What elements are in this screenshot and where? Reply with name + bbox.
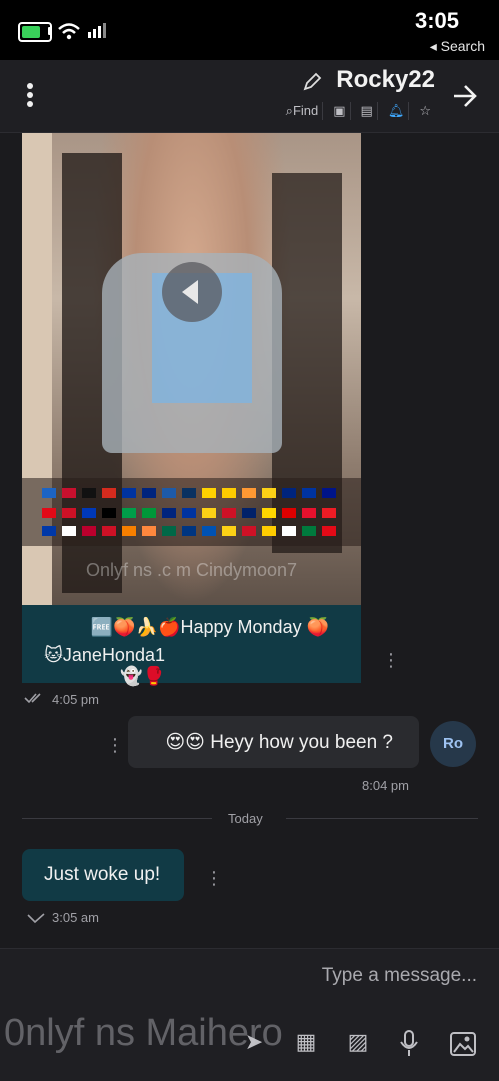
- search-icon: ⌕: [285, 103, 293, 118]
- flag-emoji-strip: [22, 478, 361, 546]
- bell-icon: 🔔︎: [387, 103, 405, 118]
- back-arrow-icon[interactable]: [452, 84, 478, 108]
- tab-find[interactable]: ⌕Find: [282, 102, 324, 120]
- edit-pencil-icon[interactable]: [302, 72, 322, 92]
- message-options-icon[interactable]: ⋮: [382, 650, 400, 671]
- clock: 3:05: [414, 8, 459, 33]
- play-icon: [182, 280, 198, 304]
- tab-media[interactable]: ▣: [329, 102, 351, 120]
- message-bubble[interactable]: 😍😍 Heyy how you been ?: [128, 716, 419, 768]
- signal-icon: [88, 23, 106, 38]
- back-to-search[interactable]: ◂ Search: [430, 38, 485, 55]
- tab-favorite[interactable]: ☆: [415, 102, 435, 120]
- message-text: 😍😍 Heyy how you been ?: [165, 732, 393, 753]
- star-icon: ☆: [419, 103, 431, 118]
- caption-line-1: 🆓🍑🍌🍎Happy Monday 🍑: [90, 617, 329, 637]
- message-input[interactable]: Type a message...: [322, 965, 477, 987]
- chat-filter-tabs: ⌕Find ▣ ▤ 🔔︎ ☆: [282, 102, 435, 120]
- microphone-icon[interactable]: [398, 1030, 420, 1058]
- play-button[interactable]: [162, 262, 222, 322]
- back-arrow-icon: ◂: [429, 38, 441, 54]
- media-caption: 🆓🍑🍌🍎Happy Monday 🍑 🐱JaneHonda1👻🥊: [22, 605, 361, 686]
- contact-name[interactable]: Rocky22: [336, 66, 435, 94]
- message-options-icon[interactable]: ⋮: [106, 735, 124, 756]
- date-divider-line: [22, 818, 212, 819]
- message-options-icon[interactable]: ⋮: [205, 868, 223, 889]
- calendar-icon[interactable]: ▦: [290, 1026, 322, 1058]
- battery-icon: [18, 22, 52, 42]
- image-icon: ▣: [333, 103, 346, 118]
- date-divider-line: [286, 818, 478, 819]
- wifi-icon: [58, 23, 80, 40]
- photo-icon[interactable]: ▨: [342, 1026, 374, 1058]
- check-icon: [27, 913, 45, 924]
- message-time: 3:05 am: [52, 910, 99, 925]
- message-text: Just woke up!: [44, 864, 161, 885]
- message-time: 8:04 pm: [362, 778, 409, 793]
- message-bubble[interactable]: Just woke up!: [22, 849, 184, 901]
- overlay-watermark: 0nlyf ns Maihero: [4, 1012, 283, 1054]
- gallery-icon[interactable]: [450, 1032, 476, 1056]
- message-time: 4:05 pm: [52, 692, 99, 707]
- media-watermark: Onlyf ns .c m Cindymoon7: [85, 560, 298, 580]
- date-divider-label: Today: [228, 811, 263, 826]
- caption-line-2: 🐱JaneHonda1👻🥊: [44, 645, 165, 686]
- avatar[interactable]: Ro: [430, 721, 476, 767]
- double-check-icon: [24, 693, 41, 704]
- tab-files[interactable]: ▤: [357, 102, 378, 120]
- file-icon: ▤: [360, 103, 373, 118]
- more-options-icon[interactable]: [20, 82, 40, 108]
- tab-notifications[interactable]: 🔔︎: [384, 102, 410, 120]
